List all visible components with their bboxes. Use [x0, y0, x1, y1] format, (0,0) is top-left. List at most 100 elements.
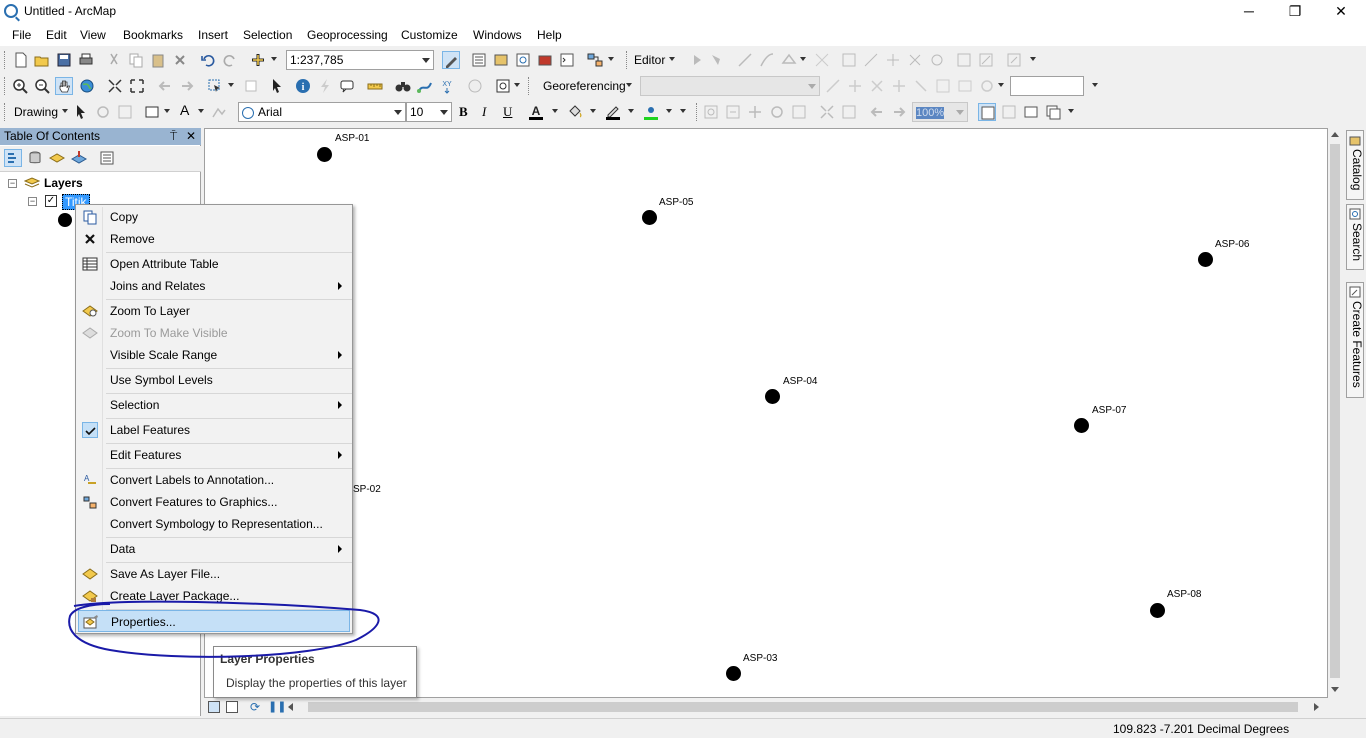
layout-zoom-percent-combo[interactable]: 100% [912, 102, 968, 122]
rotate-element-icon[interactable] [94, 103, 112, 121]
georef-options-dropdown-icon[interactable] [998, 83, 1004, 87]
edit-tool-icon[interactable] [688, 51, 706, 69]
menu-item-convert-symbology-to-representation[interactable]: Convert Symbology to Representation... [78, 513, 350, 535]
editor-toolbar-options-dropdown-icon[interactable] [1030, 57, 1036, 61]
zoom-out-icon[interactable] [33, 77, 51, 95]
hyperlink-lightning-icon[interactable] [316, 77, 334, 95]
map-point-asp-08[interactable] [1150, 603, 1165, 618]
georeferencing-toolbar-options-dropdown-icon[interactable] [1092, 83, 1098, 87]
layout-previous-extent-icon[interactable] [868, 103, 886, 121]
text-tool-dropdown-icon[interactable] [198, 109, 204, 113]
map-scale-combo[interactable]: 1:237,785 [286, 50, 434, 70]
python-window-icon[interactable] [558, 51, 576, 69]
sketch-window-icon[interactable] [977, 51, 995, 69]
split-tool-icon[interactable] [884, 51, 902, 69]
create-viewer-window-icon[interactable] [494, 77, 512, 95]
menu-windows[interactable]: Windows [473, 28, 522, 42]
html-popup-icon[interactable] [338, 77, 356, 95]
scale-georef-icon[interactable] [868, 77, 886, 95]
menu-item-selection[interactable]: Selection [78, 394, 350, 416]
toolbar-grip[interactable] [4, 103, 7, 121]
rotate-tool-icon[interactable] [906, 51, 924, 69]
drawing-dropdown-icon[interactable] [62, 109, 68, 113]
undo-icon[interactable] [199, 51, 217, 69]
menu-item-label-features[interactable]: Label Features [78, 419, 350, 441]
rectangle-draw-icon[interactable] [143, 103, 161, 121]
close-icon[interactable]: ✕ [186, 129, 196, 143]
font-color-icon[interactable]: A [527, 103, 545, 121]
scroll-up-icon[interactable] [1331, 132, 1339, 137]
map-point-asp-04[interactable] [765, 389, 780, 404]
maximize-button[interactable]: ❐ [1272, 0, 1318, 24]
viewer-rotate-icon[interactable] [978, 77, 996, 95]
georeferencing-input-field[interactable] [1010, 76, 1084, 96]
cut-polygons-icon[interactable] [862, 51, 880, 69]
paste-icon[interactable] [149, 51, 167, 69]
menu-item-convert-features-to-graphics[interactable]: Convert Features to Graphics... [78, 491, 350, 513]
select-elements-icon[interactable] [72, 103, 90, 121]
auto-registration-icon[interactable] [956, 77, 974, 95]
previous-extent-icon[interactable] [156, 77, 174, 95]
menu-help[interactable]: Help [537, 28, 562, 42]
add-control-points-icon[interactable] [890, 77, 908, 95]
add-data-dropdown-icon[interactable] [271, 57, 277, 61]
zoom-in-icon[interactable] [11, 77, 29, 95]
map-point-asp-06[interactable] [1198, 252, 1213, 267]
catalog-window-icon[interactable] [492, 51, 510, 69]
editor-dropdown-icon[interactable] [669, 57, 675, 61]
select-elements-arrow-icon[interactable] [268, 77, 286, 95]
layout-view-icon[interactable] [226, 701, 238, 713]
scroll-down-icon[interactable] [1331, 687, 1339, 692]
toolbar-grip[interactable] [626, 51, 629, 69]
collapse-layers-icon[interactable]: − [8, 179, 17, 188]
italic-button[interactable]: I [482, 104, 486, 120]
table-of-contents-icon[interactable] [470, 51, 488, 69]
list-by-visibility-icon[interactable] [48, 149, 66, 167]
line-color-icon[interactable] [604, 103, 622, 121]
layout-toolbar-options-dropdown-icon[interactable] [1068, 109, 1074, 113]
layout-zoom-whole-page-icon[interactable] [768, 103, 786, 121]
fixed-zoom-in-icon[interactable] [106, 77, 124, 95]
menu-item-properties[interactable]: Properties... [78, 610, 350, 632]
catalog-tab[interactable]: Catalog [1346, 130, 1364, 200]
map-horizontal-scrollbar[interactable]: ⟳ ❚❚ [204, 699, 1328, 715]
map-point-asp-05[interactable] [642, 210, 657, 225]
menu-item-save-as-layer-file[interactable]: Save As Layer File... [78, 563, 350, 585]
map-point-asp-03[interactable] [726, 666, 741, 681]
toolbar-grip[interactable] [4, 51, 7, 69]
straight-segment-icon[interactable] [736, 51, 754, 69]
scroll-left-icon[interactable] [288, 703, 293, 711]
attributes-icon[interactable] [955, 51, 973, 69]
refresh-icon[interactable]: ⟳ [250, 700, 260, 714]
layout-zoom-100-icon[interactable] [790, 103, 808, 121]
text-tool-button[interactable]: A [180, 102, 189, 118]
construction-tools-icon[interactable] [780, 51, 798, 69]
editor-menu[interactable]: Editor [634, 53, 665, 67]
map-view[interactable]: ASP-01 ASP-05 ASP-06 ASP-04 ASP-07 SP-02… [204, 128, 1328, 698]
select-features-dropdown-icon[interactable] [228, 83, 234, 87]
construction-dropdown-icon[interactable] [800, 57, 806, 61]
menu-bookmarks[interactable]: Bookmarks [123, 28, 183, 42]
viewer-dropdown-icon[interactable] [514, 83, 520, 87]
menu-item-zoom-to-make-visible[interactable]: Zoom To Make Visible [78, 322, 350, 344]
georeferencing-menu[interactable]: Georeferencing [543, 79, 626, 93]
drawing-toolbar-options-dropdown-icon[interactable] [680, 109, 686, 113]
toolbar-grip[interactable] [528, 77, 531, 95]
data-driven-pages-icon[interactable] [1044, 103, 1062, 121]
focus-data-frame-icon[interactable] [1000, 103, 1018, 121]
full-extent-globe-icon[interactable] [78, 77, 96, 95]
cut-icon[interactable] [105, 51, 123, 69]
collapse-layer-icon[interactable]: − [28, 197, 37, 206]
pause-drawing-icon[interactable]: ❚❚ [268, 700, 286, 713]
fill-color-dropdown-icon[interactable] [590, 109, 596, 113]
marker-color-dropdown-icon[interactable] [666, 109, 672, 113]
toolbar-grip[interactable] [696, 103, 699, 121]
edit-annotation-icon[interactable] [708, 51, 726, 69]
menu-geoprocessing[interactable]: Geoprocessing [307, 28, 388, 42]
toolbar-grip[interactable] [4, 77, 7, 95]
menu-item-visible-scale-range[interactable]: Visible Scale Range [78, 344, 350, 366]
search-tab[interactable]: Search [1346, 204, 1364, 270]
toolbar-options-dropdown-icon[interactable] [608, 57, 614, 61]
underline-button[interactable]: U [503, 104, 512, 120]
layout-zoom-in-icon[interactable] [702, 103, 720, 121]
